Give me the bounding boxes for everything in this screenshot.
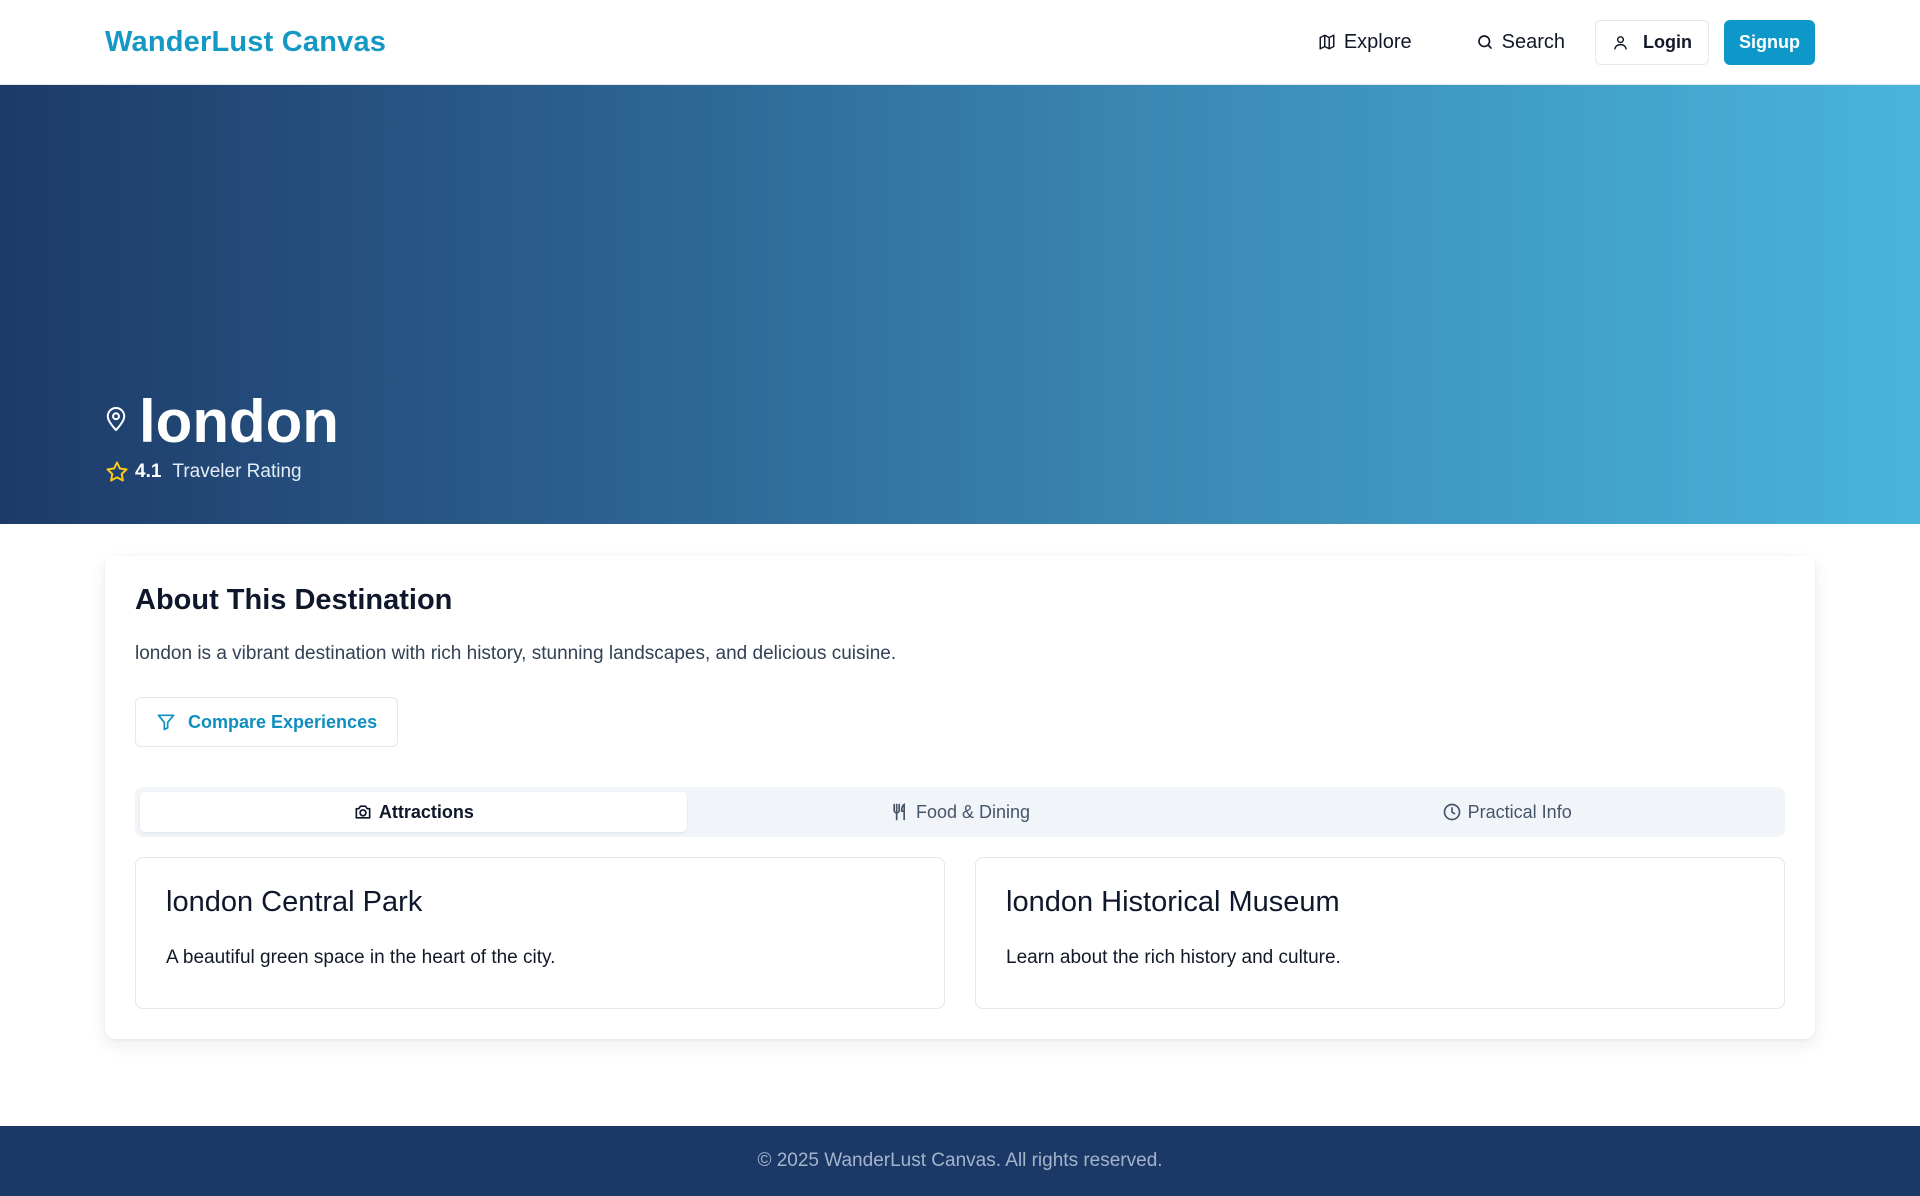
about-description: london is a vibrant destination with ric… bbox=[135, 643, 897, 664]
about-title: About This Destination bbox=[135, 584, 453, 616]
footer-copyright: © 2025 WanderLust Canvas. All rights res… bbox=[757, 1150, 1163, 1171]
nav-search-link[interactable]: Search bbox=[1476, 31, 1565, 54]
rating-label: Traveler Rating bbox=[172, 461, 302, 482]
login-button[interactable]: Login bbox=[1595, 19, 1709, 65]
attraction-card[interactable]: london Central Park A beautiful green sp… bbox=[135, 857, 945, 1009]
hero-banner: london 4.1 Traveler Rating bbox=[0, 85, 1920, 524]
login-label: Login bbox=[1643, 31, 1692, 52]
map-icon bbox=[1319, 34, 1335, 50]
brand-logo[interactable]: WanderLust Canvas bbox=[105, 26, 386, 59]
utensils-icon bbox=[893, 803, 905, 821]
tab-practical-info[interactable]: Practical Info bbox=[1233, 792, 1780, 832]
tab-food-dining[interactable]: Food & Dining bbox=[687, 792, 1234, 832]
compare-label: Compare Experiences bbox=[188, 711, 378, 732]
nav-explore-label: Explore bbox=[1343, 30, 1412, 53]
nav-search-label: Search bbox=[1501, 30, 1566, 53]
tab-food-dining-label: Food & Dining bbox=[915, 801, 1031, 822]
footer: © 2025 WanderLust Canvas. All rights res… bbox=[0, 1126, 1920, 1196]
destination-title: london bbox=[139, 388, 339, 455]
tab-attractions-label: Attractions bbox=[378, 801, 474, 822]
rating-value: 4.1 bbox=[135, 461, 162, 482]
user-icon bbox=[1614, 35, 1627, 50]
hero-rating: 4.1 Traveler Rating bbox=[105, 460, 339, 484]
attraction-description: Learn about the rich history and culture… bbox=[1006, 947, 1341, 968]
compare-experiences-button[interactable]: Compare Experiences bbox=[135, 697, 399, 747]
clock-icon bbox=[1443, 803, 1460, 821]
signup-button[interactable]: Signup bbox=[1724, 19, 1815, 65]
about-card: About This Destination london is a vibra… bbox=[105, 556, 1815, 1039]
nav-explore-link[interactable]: Explore bbox=[1318, 31, 1412, 54]
star-icon bbox=[106, 461, 128, 482]
camera-icon bbox=[355, 805, 371, 819]
attractions-grid: london Central Park A beautiful green sp… bbox=[135, 857, 1785, 1009]
main-content: About This Destination london is a vibra… bbox=[0, 524, 1920, 1126]
nav-links: Explore Search Login Signup bbox=[1318, 19, 1815, 65]
tab-practical-info-label: Practical Info bbox=[1467, 801, 1572, 822]
attraction-title: london Central Park bbox=[166, 886, 423, 918]
filter-icon bbox=[157, 714, 175, 731]
attraction-description: A beautiful green space in the heart of … bbox=[166, 947, 556, 968]
search-icon bbox=[1477, 35, 1492, 49]
attraction-title: london Historical Museum bbox=[1006, 886, 1340, 918]
destination-tabs: Attractions Food & Dining Practical Info bbox=[135, 787, 1785, 837]
map-pin-icon bbox=[106, 407, 126, 432]
attraction-card[interactable]: london Historical Museum Learn about the… bbox=[975, 857, 1785, 1009]
tab-attractions[interactable]: Attractions bbox=[140, 792, 687, 832]
hero-content: london 4.1 Traveler Rating bbox=[105, 386, 339, 484]
navbar: WanderLust Canvas Explore Search Login S… bbox=[0, 0, 1920, 85]
hero-title-row: london bbox=[105, 386, 339, 458]
